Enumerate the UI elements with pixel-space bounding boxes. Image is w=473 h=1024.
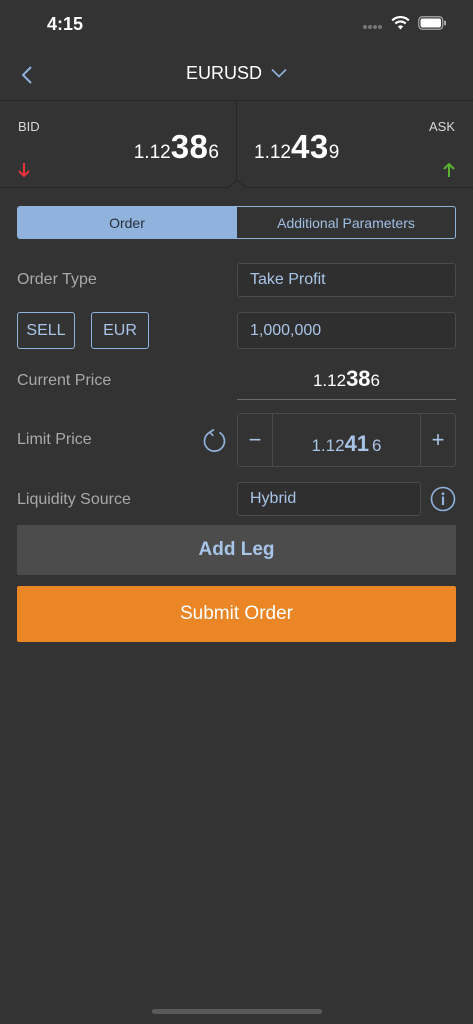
refresh-icon[interactable] (201, 427, 229, 455)
limit-price-stepper: − 1.12 41 6 + (237, 413, 456, 467)
ask-price[interactable]: 1.12 43 9 (254, 128, 339, 166)
limit-price-big: 41 (344, 431, 370, 456)
limit-price-value[interactable]: 1.12 41 6 (272, 414, 421, 466)
chevron-down-icon (271, 69, 287, 78)
bid-price-big: 38 (170, 128, 209, 165)
order-type-select[interactable]: Take Profit (237, 263, 456, 297)
tab-order[interactable]: Order (18, 207, 236, 238)
status-icons (363, 16, 447, 35)
current-price-value: 1.12 38 6 (237, 366, 456, 400)
liquidity-source-label: Liquidity Source (17, 491, 131, 508)
quote-divider (236, 100, 237, 188)
ask-price-pip: 9 (328, 142, 340, 163)
status-time: 4:15 (47, 14, 84, 34)
add-leg-button[interactable]: Add Leg (17, 525, 456, 575)
current-price-prefix: 1.12 (312, 371, 347, 390)
amount-field[interactable]: 1,000,000 (237, 312, 456, 349)
decrement-button[interactable]: − (238, 414, 272, 466)
current-price-big: 38 (346, 366, 371, 391)
battery-icon (418, 16, 447, 35)
increment-button[interactable]: + (421, 414, 455, 466)
order-tabs: Order Additional Parameters (17, 206, 456, 239)
arrow-down-icon (17, 162, 31, 183)
wifi-icon (391, 16, 410, 35)
tab-additional-parameters[interactable]: Additional Parameters (236, 207, 455, 238)
limit-price-label: Limit Price (17, 431, 92, 448)
currency-button[interactable]: EUR (91, 312, 149, 349)
current-price-pip: 6 (370, 371, 381, 390)
instrument-title: EURUSD (185, 62, 262, 83)
ask-price-prefix: 1.12 (254, 142, 291, 163)
ask-price-big: 43 (290, 128, 329, 165)
bid-label: BID (18, 119, 40, 134)
order-type-label: Order Type (17, 271, 97, 288)
arrow-up-icon (442, 162, 456, 183)
limit-price-pip: 6 (372, 436, 382, 455)
bid-price-pip: 6 (208, 142, 219, 163)
limit-price-prefix: 1.12 (311, 436, 345, 455)
home-indicator[interactable] (152, 1009, 322, 1014)
cellular-signal-icon (363, 17, 383, 35)
instrument-selector[interactable]: EURUSD (0, 62, 473, 84)
current-price-label: Current Price (17, 372, 112, 389)
side-button[interactable]: SELL (17, 312, 75, 349)
bid-price-prefix: 1.12 (133, 142, 171, 163)
bid-price[interactable]: 1.12 38 6 (134, 128, 219, 166)
liquidity-source-select[interactable]: Hybrid (237, 482, 421, 516)
submit-order-button[interactable]: Submit Order (17, 586, 456, 642)
info-icon[interactable] (430, 486, 456, 512)
quote-divider-notch (227, 180, 247, 189)
ask-label: ASK (428, 119, 455, 134)
